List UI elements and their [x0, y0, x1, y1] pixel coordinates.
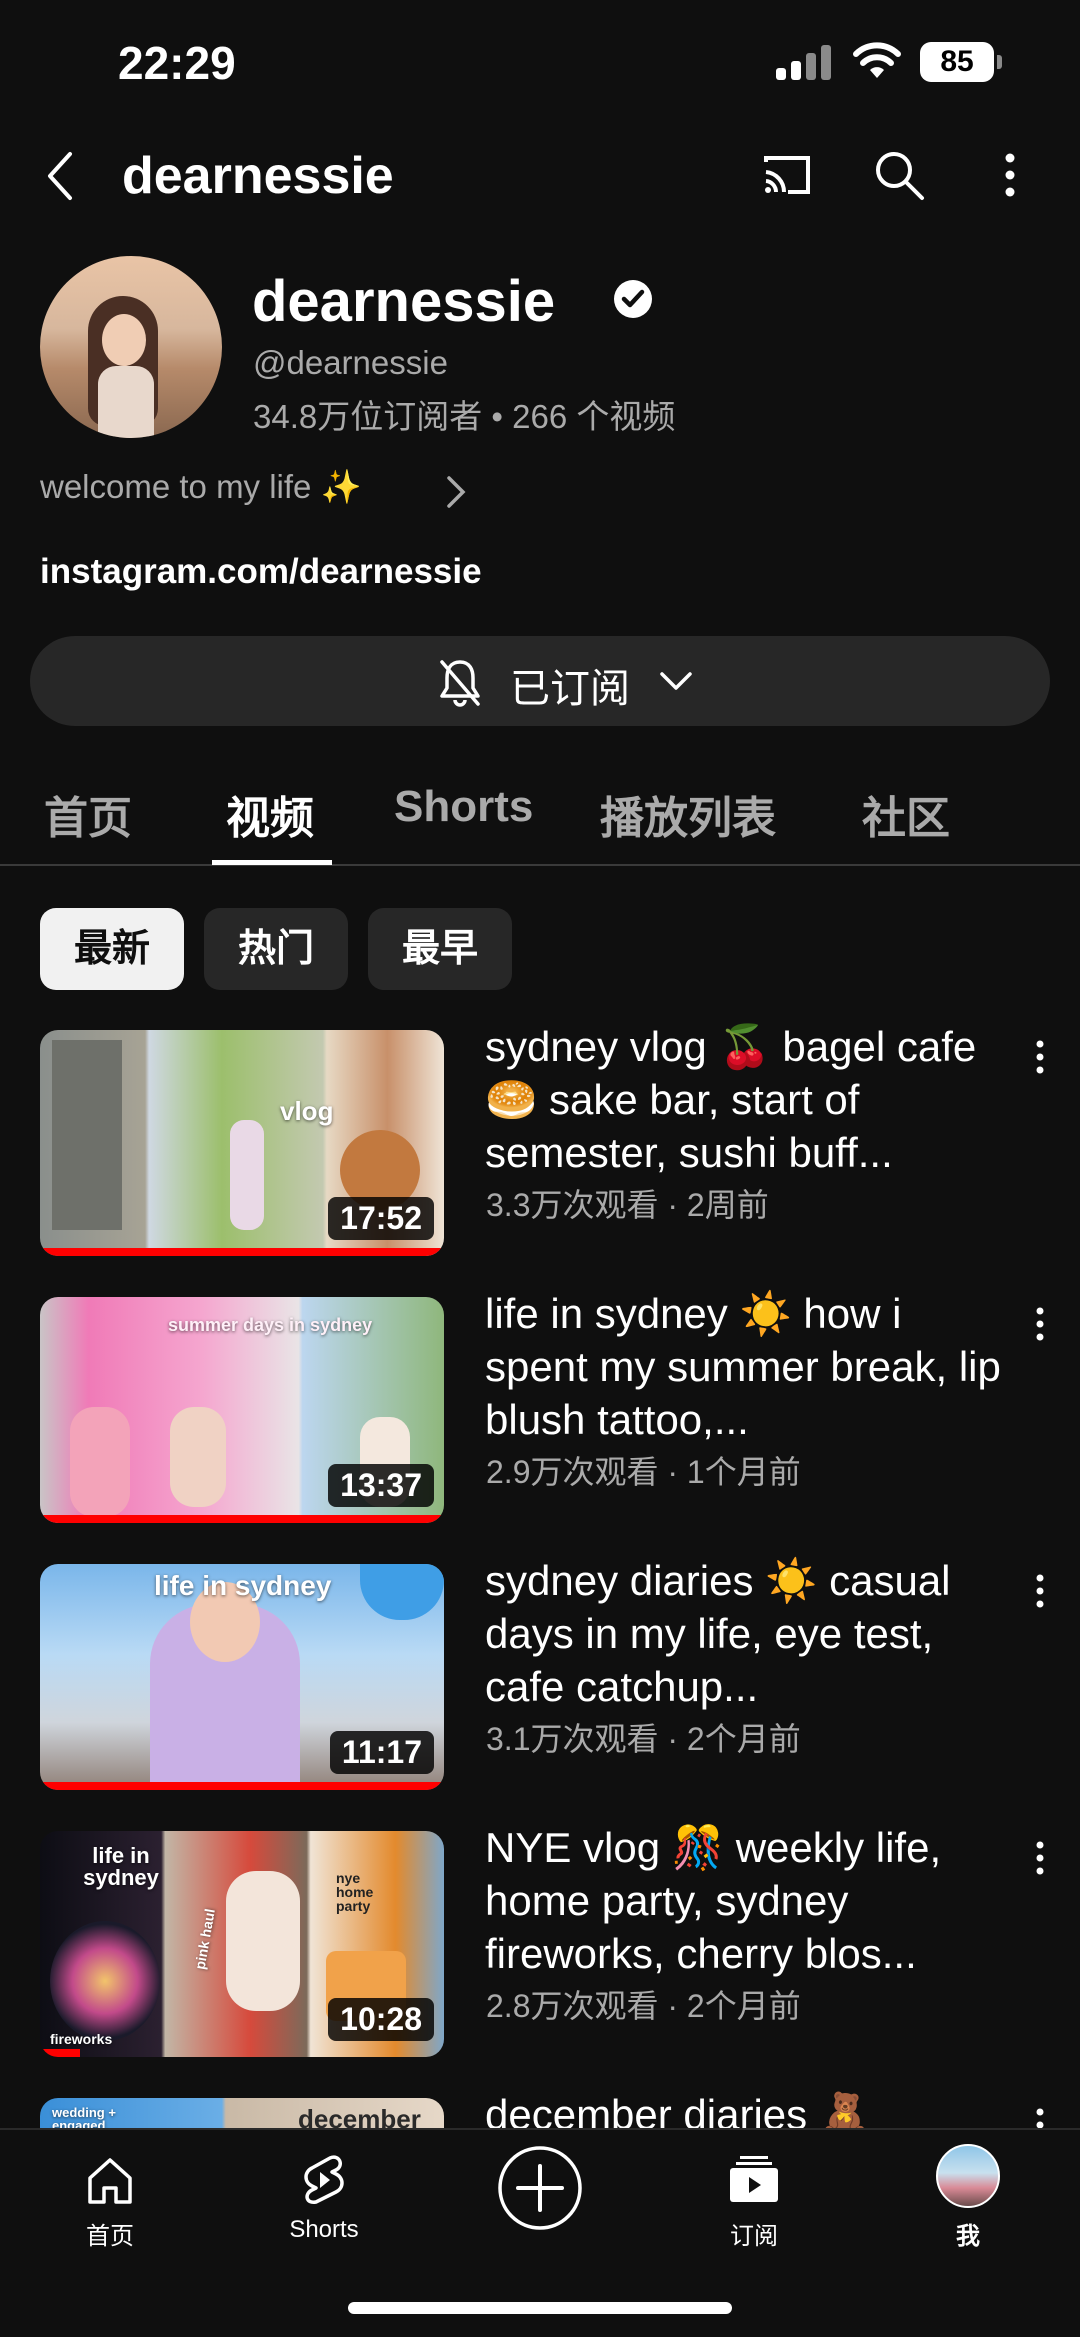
- watch-progress-bar: [40, 1782, 444, 1790]
- video-thumbnail[interactable]: summer days in sydney 13:37: [40, 1297, 444, 1523]
- video-title[interactable]: sydney vlog 🍒 bagel cafe 🥯 sake bar, sta…: [485, 1020, 1015, 1179]
- status-bar: 22:29 85: [0, 0, 1080, 120]
- thumbnail-caption: nye home party: [336, 1870, 374, 1914]
- channel-stats: 34.8万位订阅者 • 266 个视频: [253, 398, 676, 435]
- nav-shorts[interactable]: Shorts: [244, 2130, 404, 2270]
- verified-check-icon: [614, 280, 652, 318]
- more-vert-icon[interactable]: [1030, 1570, 1050, 1614]
- more-vert-icon[interactable]: [990, 146, 1030, 204]
- video-meta: 2.8万次观看 · 2个月前: [486, 1988, 801, 2024]
- more-vert-icon[interactable]: [1030, 1036, 1050, 1080]
- home-indicator: [348, 2302, 732, 2314]
- chevron-right-icon[interactable]: [444, 474, 468, 510]
- thumbnail-caption: vlog: [280, 1096, 334, 1126]
- nav-profile[interactable]: 我: [888, 2130, 1048, 2270]
- thumbnail-caption: life in sydney: [154, 1570, 332, 1601]
- active-tab-indicator: [212, 860, 332, 865]
- nav-subscriptions[interactable]: 订阅: [674, 2130, 834, 2270]
- chip-popular[interactable]: 热门: [204, 908, 348, 990]
- video-title[interactable]: NYE vlog 🎊 weekly life, home party, sydn…: [485, 1821, 1015, 1980]
- video-thumbnail[interactable]: vlog 17:52: [40, 1030, 444, 1256]
- chevron-down-icon: [660, 672, 692, 690]
- channel-avatar[interactable]: [40, 256, 222, 438]
- channel-description[interactable]: welcome to my life ✨: [40, 468, 362, 507]
- back-arrow-icon[interactable]: [40, 148, 80, 204]
- channel-tabs: 首页 视频 Shorts 播放列表 社区: [0, 760, 1080, 866]
- nav-home[interactable]: 首页: [30, 2130, 190, 2270]
- chip-latest[interactable]: 最新: [40, 908, 184, 990]
- nav-create[interactable]: [460, 2130, 620, 2270]
- video-duration: 13:37: [328, 1464, 434, 1507]
- profile-avatar: [936, 2144, 1000, 2208]
- subscribed-button[interactable]: 已订阅: [30, 636, 1050, 726]
- thumbnail-caption: life in sydney: [83, 1843, 159, 1890]
- video-duration: 11:17: [329, 1731, 434, 1774]
- home-icon: [88, 2158, 132, 2204]
- watch-progress-bar: [40, 1248, 444, 1256]
- video-title[interactable]: sydney diaries ☀️ casual days in my life…: [485, 1554, 1015, 1713]
- thumbnail-caption: summer days in sydney: [168, 1315, 373, 1335]
- more-vert-icon[interactable]: [1030, 1303, 1050, 1347]
- subscriptions-icon: [730, 2156, 778, 2202]
- video-list-item[interactable]: vlog 17:52 sydney vlog 🍒 bagel cafe 🥯 sa…: [0, 1023, 1080, 1280]
- video-meta: 2.9万次观看 · 1个月前: [486, 1454, 801, 1490]
- video-duration: 10:28: [328, 1998, 434, 2041]
- channel-handle: @dearnessie: [253, 344, 448, 381]
- video-thumbnail[interactable]: life in sydney fireworks nye home party …: [40, 1831, 444, 2057]
- video-thumbnail[interactable]: life in sydney 11:17: [40, 1564, 444, 1790]
- video-list-item[interactable]: life in sydney fireworks nye home party …: [0, 1824, 1080, 2081]
- tab-home[interactable]: 首页: [44, 782, 132, 846]
- channel-name: dearnessie: [252, 269, 556, 334]
- cellular-signal-icon: [776, 44, 836, 80]
- thumbnail-caption: fireworks: [50, 2031, 113, 2047]
- more-vert-icon[interactable]: [1030, 1837, 1050, 1881]
- nav-label: 我: [956, 2223, 980, 2250]
- nav-label: Shorts: [289, 2216, 359, 2243]
- video-duration: 17:52: [328, 1197, 434, 1240]
- watch-progress-bar: [40, 1515, 444, 1523]
- status-time: 22:29: [118, 37, 236, 89]
- wifi-icon: [853, 42, 901, 78]
- watch-progress-bar: [40, 2049, 81, 2057]
- battery-indicator: 85: [920, 42, 1002, 82]
- video-meta: 3.3万次观看 · 2周前: [486, 1187, 769, 1223]
- nav-label: 首页: [86, 2223, 134, 2250]
- channel-link[interactable]: instagram.com/dearnessie: [40, 552, 482, 592]
- tab-community[interactable]: 社区: [862, 782, 950, 846]
- nav-label: 订阅: [730, 2223, 778, 2250]
- video-meta: 3.1万次观看 · 2个月前: [486, 1721, 801, 1757]
- shorts-icon: [304, 2155, 344, 2204]
- video-list-item[interactable]: life in sydney 11:17 sydney diaries ☀️ c…: [0, 1557, 1080, 1814]
- tab-shorts[interactable]: Shorts: [394, 782, 533, 832]
- search-icon[interactable]: [870, 146, 928, 204]
- top-app-bar: dearnessie: [0, 130, 1080, 220]
- chip-oldest[interactable]: 最早: [368, 908, 512, 990]
- thumbnail-caption: pink haul: [191, 1907, 218, 1971]
- create-icon: [498, 2146, 582, 2230]
- video-title[interactable]: life in sydney ☀️ how i spent my summer …: [485, 1287, 1015, 1446]
- app-bar-title: dearnessie: [122, 147, 394, 205]
- video-list-item[interactable]: summer days in sydney 13:37 life in sydn…: [0, 1290, 1080, 1547]
- cast-icon[interactable]: [758, 146, 816, 204]
- tab-videos[interactable]: 视频: [226, 782, 314, 846]
- bell-off-icon: [440, 660, 480, 707]
- tab-playlists[interactable]: 播放列表: [600, 782, 776, 846]
- subscribed-label: 已订阅: [510, 667, 630, 711]
